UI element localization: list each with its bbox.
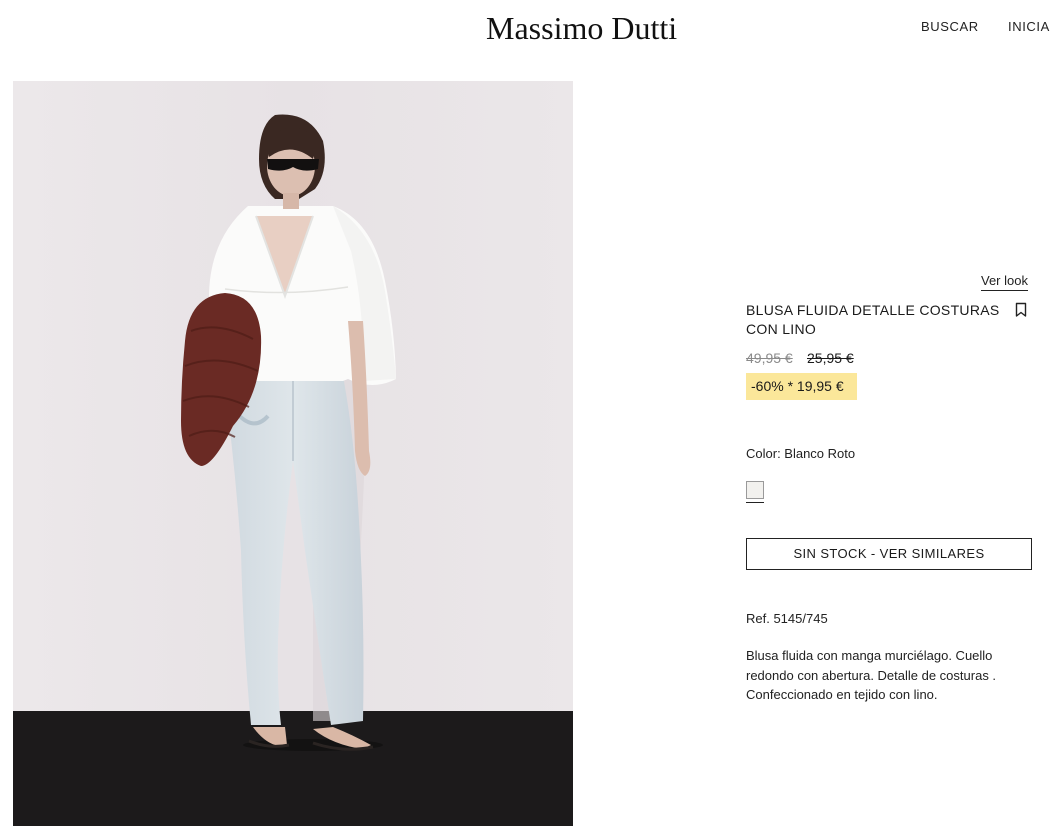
color-label: Color: Blanco Roto	[746, 446, 856, 461]
out-of-stock-similar-button[interactable]: SIN STOCK - VER SIMILARES	[746, 538, 1032, 570]
product-title: BLUSA FLUIDA DETALLE COSTURAS CON LINO	[746, 302, 1000, 337]
sale-price-badge: -60% * 19,95 €	[746, 373, 857, 400]
product-photo[interactable]	[13, 81, 573, 826]
bookmark-icon[interactable]	[1015, 302, 1027, 318]
brand-logo[interactable]: Massimo Dutti	[486, 10, 677, 47]
nav-login-link[interactable]: INICIAR	[1008, 19, 1050, 34]
previous-price: 25,95 €	[807, 350, 854, 366]
site-header: Massimo Dutti BUSCAR INICIAR	[0, 0, 1050, 60]
nav-search-link[interactable]: BUSCAR	[921, 19, 979, 34]
product-reference: Ref. 5145/745	[746, 611, 828, 626]
color-swatch-blanco-roto[interactable]	[746, 481, 764, 499]
original-price: 49,95 €	[746, 350, 793, 366]
ver-look-link[interactable]: Ver look	[981, 273, 1028, 291]
selected-swatch-indicator	[746, 502, 764, 503]
product-description: Blusa fluida con manga murciélago. Cuell…	[746, 648, 997, 702]
product-photo-illustration	[13, 81, 573, 826]
